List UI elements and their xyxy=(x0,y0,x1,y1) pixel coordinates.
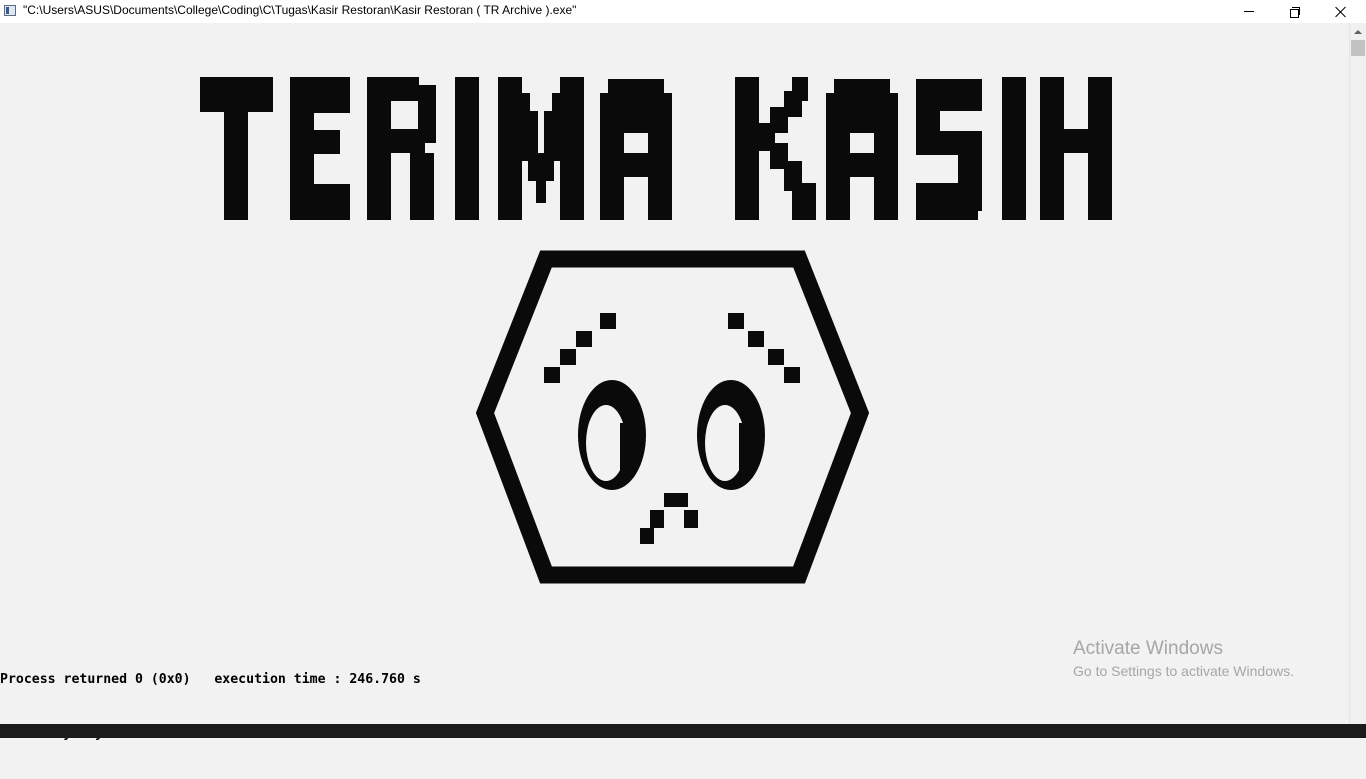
restore-icon xyxy=(1290,6,1300,18)
pixel-face-icon xyxy=(475,250,870,584)
bottom-edge xyxy=(0,724,1366,738)
console-app-icon[interactable] xyxy=(4,5,16,16)
console-text: Process returned 0 (0x0) execution time … xyxy=(0,635,421,779)
activate-windows-watermark: Activate Windows Go to Settings to activ… xyxy=(1073,637,1294,681)
arrow-up-icon xyxy=(1354,29,1362,34)
minimize-icon xyxy=(1244,11,1254,12)
ascii-art xyxy=(200,77,1112,584)
minimize-button[interactable] xyxy=(1226,0,1272,23)
scroll-thumb[interactable] xyxy=(1351,40,1365,56)
console-output[interactable]: Process returned 0 (0x0) execution time … xyxy=(0,23,1349,741)
restore-button[interactable] xyxy=(1272,0,1318,23)
process-returned-line: Process returned 0 (0x0) execution time … xyxy=(0,672,421,687)
close-icon xyxy=(1335,6,1347,18)
vertical-scrollbar[interactable] xyxy=(1349,23,1366,724)
title-bar[interactable]: "C:\Users\ASUS\Documents\College\Coding\… xyxy=(0,0,1366,23)
activate-windows-title: Activate Windows xyxy=(1073,638,1223,659)
close-button[interactable] xyxy=(1318,0,1364,23)
activate-windows-subtitle: Go to Settings to activate Windows. xyxy=(1073,663,1294,679)
scroll-up-button[interactable] xyxy=(1350,23,1366,40)
banner-text xyxy=(200,77,1112,220)
window-title: "C:\Users\ASUS\Documents\College\Coding\… xyxy=(23,3,577,17)
console-window: "C:\Users\ASUS\Documents\College\Coding\… xyxy=(0,0,1366,741)
